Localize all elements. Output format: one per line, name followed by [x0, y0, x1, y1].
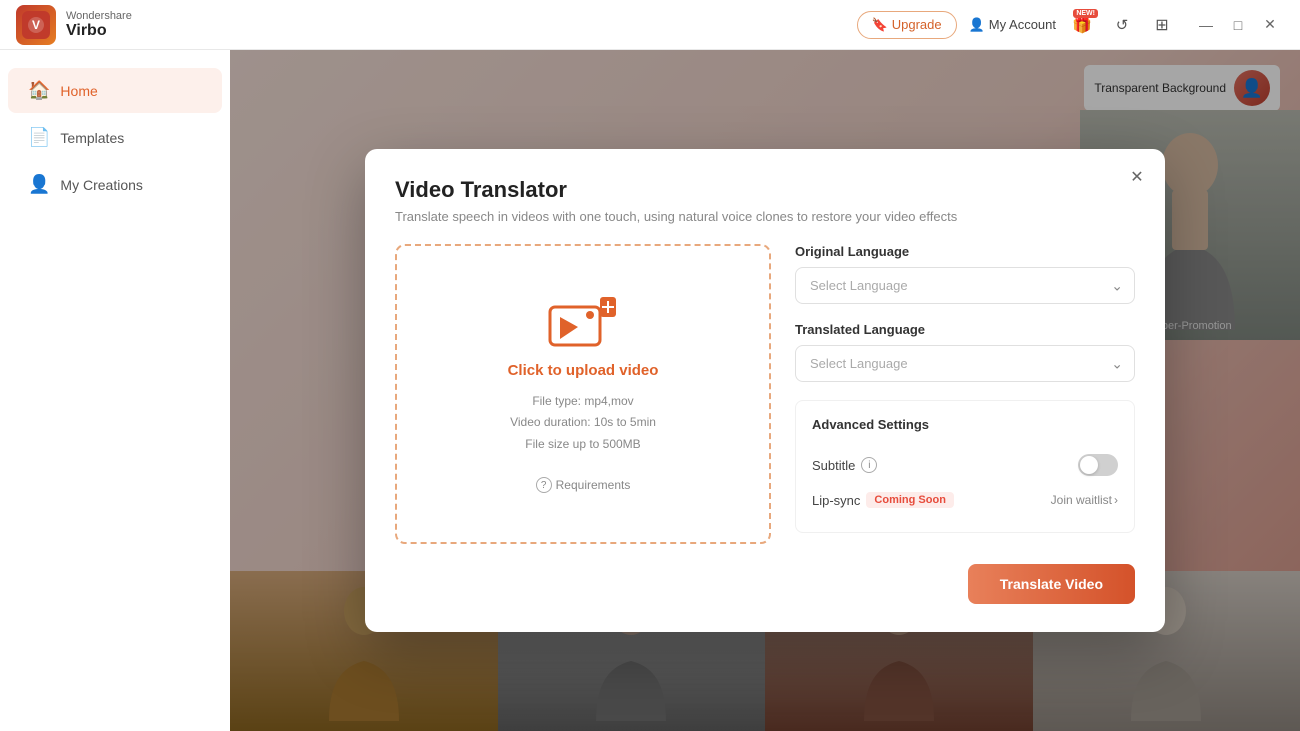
app-name: Wondershare Virbo	[66, 10, 132, 40]
translate-video-button[interactable]: Translate Video	[968, 564, 1135, 604]
templates-icon: 📄	[28, 127, 50, 148]
sidebar-item-home[interactable]: 🏠 Home	[8, 68, 222, 113]
svg-text:V: V	[32, 18, 40, 32]
my-account-button[interactable]: 👤 My Account	[969, 17, 1056, 33]
requirements-label: Requirements	[556, 478, 631, 492]
join-waitlist-link[interactable]: Join waitlist ›	[1051, 493, 1118, 507]
account-icon: 👤	[969, 17, 985, 33]
window-controls: — □ ✕	[1192, 11, 1284, 39]
grid-icon: ⊞	[1155, 15, 1168, 35]
upgrade-icon: 🔖	[872, 17, 888, 33]
toggle-knob	[1080, 456, 1098, 474]
upgrade-label: Upgrade	[892, 17, 942, 32]
content-area: Transparent Background 👤 📷 🖼 Super-Promo…	[230, 50, 1300, 731]
translated-language-select[interactable]: Select Language	[795, 345, 1135, 382]
minimize-icon: —	[1199, 17, 1213, 33]
requirements-info-icon: ?	[536, 477, 552, 493]
upload-icon	[548, 295, 618, 350]
modal-overlay: ✕ Video Translator Translate speech in v…	[230, 50, 1300, 731]
advanced-settings-section: Advanced Settings Subtitle i	[795, 400, 1135, 533]
modal-close-button[interactable]: ✕	[1123, 163, 1151, 191]
gift-button[interactable]: 🎁 NEW!	[1068, 11, 1096, 39]
titlebar: V Wondershare Virbo 🔖 Upgrade 👤 My Accou…	[0, 0, 1300, 50]
upload-area[interactable]: Click to upload video File type: mp4,mov…	[395, 244, 771, 544]
upgrade-button[interactable]: 🔖 Upgrade	[857, 11, 957, 39]
upload-click-label: Click to upload video	[508, 362, 659, 379]
original-language-select-wrapper: Select Language ⌄	[795, 267, 1135, 304]
settings-panel: Original Language Select Language ⌄ Tran…	[795, 244, 1135, 544]
sidebar-item-templates-label: Templates	[60, 130, 124, 146]
translated-language-label: Translated Language	[795, 322, 1135, 337]
brand-name: Wondershare	[66, 10, 132, 22]
history-icon: ↺	[1116, 16, 1129, 34]
app-logo: V	[16, 5, 56, 45]
join-waitlist-label: Join waitlist	[1051, 493, 1112, 507]
sidebar-item-my-creations-label: My Creations	[60, 177, 142, 193]
sidebar-item-my-creations[interactable]: 👤 My Creations	[8, 162, 222, 207]
titlebar-left: V Wondershare Virbo	[16, 5, 132, 45]
subtitle-row: Subtitle i	[812, 446, 1118, 484]
sidebar-item-templates[interactable]: 📄 Templates	[8, 115, 222, 160]
minimize-button[interactable]: —	[1192, 11, 1220, 39]
subtitle-info-icon[interactable]: i	[861, 457, 877, 473]
home-icon: 🏠	[28, 80, 50, 101]
file-type-info: File type: mp4,mov	[510, 391, 656, 413]
close-button[interactable]: ✕	[1256, 11, 1284, 39]
gift-icon: 🎁	[1072, 15, 1092, 35]
modal-body: Click to upload video File type: mp4,mov…	[395, 244, 1135, 544]
grid-button[interactable]: ⊞	[1148, 11, 1176, 39]
modal-title: Video Translator	[395, 177, 1135, 203]
translated-language-select-wrapper: Select Language ⌄	[795, 345, 1135, 382]
upload-info: File type: mp4,mov Video duration: 10s t…	[510, 391, 656, 456]
modal-footer: Translate Video	[395, 564, 1135, 604]
requirements-link[interactable]: ? Requirements	[536, 477, 631, 493]
modal-close-icon: ✕	[1130, 167, 1143, 187]
titlebar-right: 🔖 Upgrade 👤 My Account 🎁 NEW! ↺ ⊞ — □ ✕	[857, 11, 1284, 39]
my-account-label: My Account	[989, 17, 1056, 32]
app-product-name: Virbo	[66, 22, 132, 40]
video-translator-modal: ✕ Video Translator Translate speech in v…	[365, 149, 1165, 632]
original-language-select[interactable]: Select Language	[795, 267, 1135, 304]
history-button[interactable]: ↺	[1108, 11, 1136, 39]
modal-subtitle: Translate speech in videos with one touc…	[395, 209, 1135, 224]
original-language-label: Original Language	[795, 244, 1135, 259]
chevron-right-icon: ›	[1114, 493, 1118, 507]
advanced-settings-title: Advanced Settings	[812, 417, 1118, 432]
new-badge: NEW!	[1073, 9, 1098, 18]
original-language-group: Original Language Select Language ⌄	[795, 244, 1135, 304]
main-layout: 🏠 Home 📄 Templates 👤 My Creations Transp…	[0, 50, 1300, 731]
duration-info: Video duration: 10s to 5min	[510, 412, 656, 434]
size-info: File size up to 500MB	[510, 434, 656, 456]
close-icon: ✕	[1264, 16, 1276, 33]
subtitle-label: Subtitle	[812, 458, 855, 473]
lipsync-row: Lip-sync Coming Soon Join waitlist ›	[812, 484, 1118, 516]
my-creations-icon: 👤	[28, 174, 50, 195]
lipsync-label: Lip-sync	[812, 493, 860, 508]
subtitle-label-group: Subtitle i	[812, 457, 877, 473]
sidebar: 🏠 Home 📄 Templates 👤 My Creations	[0, 50, 230, 731]
lipsync-label-group: Lip-sync Coming Soon	[812, 492, 954, 508]
maximize-icon: □	[1234, 17, 1242, 33]
maximize-button[interactable]: □	[1224, 11, 1252, 39]
subtitle-toggle[interactable]	[1078, 454, 1118, 476]
sidebar-item-home-label: Home	[60, 83, 97, 99]
translated-language-group: Translated Language Select Language ⌄	[795, 322, 1135, 382]
coming-soon-badge: Coming Soon	[866, 492, 954, 508]
